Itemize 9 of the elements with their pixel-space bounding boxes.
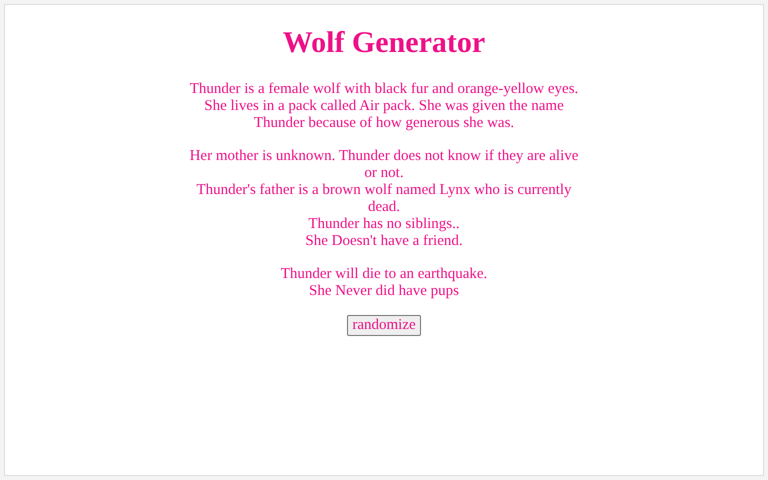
- description-text: Thunder's father is a brown wolf named Lynx who is currently dead.: [195, 182, 573, 216]
- randomize-button[interactable]: randomize: [347, 315, 421, 336]
- description-text: Thunder has no siblings..: [307, 216, 461, 233]
- description-text: She Doesn't have a friend.: [304, 233, 464, 250]
- page-title: Wolf Generator: [282, 25, 486, 61]
- description-text: Thunder is a female wolf with black fur and orange-yellow eyes. She lives in a pack called Air pack. She was given the name Thunder because of how generous she was.: [188, 81, 580, 132]
- description-text: Thunder will die to an earthquake.: [280, 266, 488, 283]
- description-text: Her mother is unknown. Thunder does not know if they are alive or not.: [188, 148, 580, 182]
- description-text: She Never did have pups: [308, 283, 460, 300]
